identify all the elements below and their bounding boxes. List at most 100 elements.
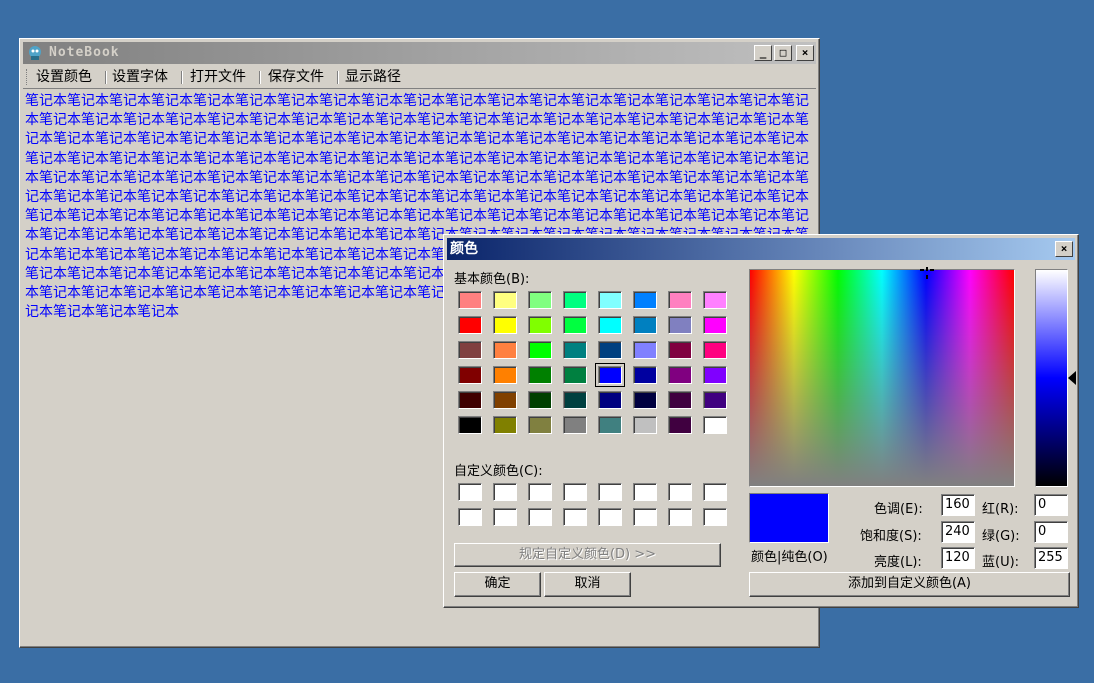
custom-colors-label: 自定义颜色(C): — [454, 464, 543, 479]
notebook-app-icon — [29, 46, 41, 60]
window-title: NoteBook — [49, 45, 120, 60]
luminance-input[interactable]: 120 — [941, 547, 975, 569]
basic-color-swatch[interactable] — [703, 391, 727, 409]
blue-input[interactable]: 255 — [1034, 547, 1068, 569]
basic-color-swatch[interactable] — [633, 416, 657, 434]
custom-color-swatch[interactable] — [633, 483, 657, 501]
basic-color-swatch[interactable] — [598, 391, 622, 409]
basic-color-swatch[interactable] — [493, 416, 517, 434]
basic-color-swatch[interactable] — [493, 391, 517, 409]
basic-color-swatch[interactable] — [703, 291, 727, 309]
basic-color-swatch[interactable] — [528, 391, 552, 409]
green-label: 绿(G): — [982, 529, 1020, 544]
basic-color-swatch[interactable] — [528, 316, 552, 334]
menu-set-font[interactable]: 设置字体 — [109, 68, 171, 86]
basic-color-swatch[interactable] — [458, 391, 482, 409]
saturation-input[interactable]: 240 — [941, 521, 975, 543]
basic-color-swatch[interactable] — [668, 391, 692, 409]
basic-color-swatch[interactable] — [563, 416, 587, 434]
color-spectrum[interactable] — [749, 267, 1015, 487]
basic-color-swatch[interactable] — [493, 366, 517, 384]
color-preview — [749, 493, 829, 543]
custom-color-swatch[interactable] — [563, 508, 587, 526]
dialog-close-button[interactable]: × — [1055, 241, 1073, 257]
menu-open-file[interactable]: 打开文件 — [187, 68, 249, 86]
title-bar[interactable]: NoteBook _ □ × — [23, 42, 816, 64]
hue-label: 色调(E): — [874, 502, 923, 517]
dialog-title-bar[interactable]: 颜色 × — [447, 238, 1075, 260]
basic-color-swatch[interactable] — [563, 316, 587, 334]
basic-color-swatch[interactable] — [633, 366, 657, 384]
custom-color-swatch[interactable] — [493, 483, 517, 501]
green-input[interactable]: 0 — [1034, 521, 1068, 543]
menu-separator — [337, 71, 338, 84]
basic-color-swatch[interactable] — [668, 291, 692, 309]
custom-color-swatch[interactable] — [493, 508, 517, 526]
custom-color-swatch[interactable] — [668, 483, 692, 501]
minimize-button[interactable]: _ — [754, 45, 772, 61]
menu-save-file[interactable]: 保存文件 — [265, 68, 327, 86]
basic-color-swatch[interactable] — [668, 366, 692, 384]
basic-color-swatch[interactable] — [703, 316, 727, 334]
cancel-button[interactable]: 取消 — [544, 572, 631, 597]
define-custom-colors-button[interactable]: 规定自定义颜色(D) >> — [454, 543, 721, 567]
maximize-button[interactable]: □ — [774, 45, 792, 61]
basic-color-swatch[interactable] — [493, 316, 517, 334]
blue-label: 蓝(U): — [982, 555, 1020, 570]
basic-color-swatch[interactable] — [493, 341, 517, 359]
basic-color-swatch[interactable] — [703, 366, 727, 384]
hue-input[interactable]: 160 — [941, 494, 975, 516]
basic-color-swatch[interactable] — [633, 316, 657, 334]
basic-color-swatch[interactable] — [528, 416, 552, 434]
luminance-arrow-icon[interactable] — [1068, 371, 1076, 385]
custom-color-swatch[interactable] — [563, 483, 587, 501]
custom-color-swatch[interactable] — [458, 508, 482, 526]
menu-show-path[interactable]: 显示路径 — [342, 68, 404, 86]
basic-color-swatch[interactable] — [633, 341, 657, 359]
luminance-slider[interactable] — [1035, 269, 1068, 487]
custom-color-swatch[interactable] — [703, 508, 727, 526]
basic-color-swatch[interactable] — [458, 341, 482, 359]
custom-color-swatch[interactable] — [633, 508, 657, 526]
basic-color-swatch[interactable] — [458, 366, 482, 384]
basic-color-swatch[interactable] — [703, 341, 727, 359]
basic-color-swatch[interactable] — [458, 291, 482, 309]
basic-color-swatch[interactable] — [633, 291, 657, 309]
basic-color-swatch[interactable] — [598, 316, 622, 334]
basic-color-swatch[interactable] — [598, 341, 622, 359]
menu-set-color[interactable]: 设置颜色 — [33, 68, 95, 86]
basic-color-swatch[interactable] — [458, 416, 482, 434]
basic-color-swatch[interactable] — [528, 341, 552, 359]
basic-color-swatch[interactable] — [595, 363, 625, 387]
basic-color-swatch[interactable] — [528, 366, 552, 384]
custom-color-swatch[interactable] — [528, 508, 552, 526]
custom-color-swatch[interactable] — [598, 508, 622, 526]
basic-color-swatch[interactable] — [458, 316, 482, 334]
custom-color-swatch[interactable] — [458, 483, 482, 501]
basic-color-swatch[interactable] — [633, 391, 657, 409]
menu-grip — [26, 69, 27, 85]
basic-color-swatch[interactable] — [563, 341, 587, 359]
custom-color-swatch[interactable] — [598, 483, 622, 501]
basic-color-swatch[interactable] — [528, 291, 552, 309]
red-input[interactable]: 0 — [1034, 494, 1068, 516]
basic-color-swatch[interactable] — [563, 366, 587, 384]
basic-color-swatch[interactable] — [598, 291, 622, 309]
custom-color-swatch[interactable] — [528, 483, 552, 501]
basic-color-swatch[interactable] — [668, 316, 692, 334]
custom-color-swatch[interactable] — [703, 483, 727, 501]
basic-color-swatch[interactable] — [598, 416, 622, 434]
ok-button[interactable]: 确定 — [454, 572, 541, 597]
basic-color-swatch[interactable] — [668, 416, 692, 434]
basic-color-swatch[interactable] — [563, 291, 587, 309]
basic-color-swatch[interactable] — [668, 341, 692, 359]
saturation-label: 饱和度(S): — [860, 529, 922, 544]
custom-color-swatch[interactable] — [668, 508, 692, 526]
crosshair-icon — [920, 267, 934, 279]
add-to-custom-colors-button[interactable]: 添加到自定义颜色(A) — [749, 572, 1070, 597]
close-button[interactable]: × — [796, 45, 814, 61]
basic-color-swatch[interactable] — [563, 391, 587, 409]
basic-color-swatch[interactable] — [703, 416, 727, 434]
basic-color-swatch[interactable] — [493, 291, 517, 309]
menu-bar: 设置颜色 设置字体 打开文件 保存文件 显示路径 — [23, 66, 816, 89]
